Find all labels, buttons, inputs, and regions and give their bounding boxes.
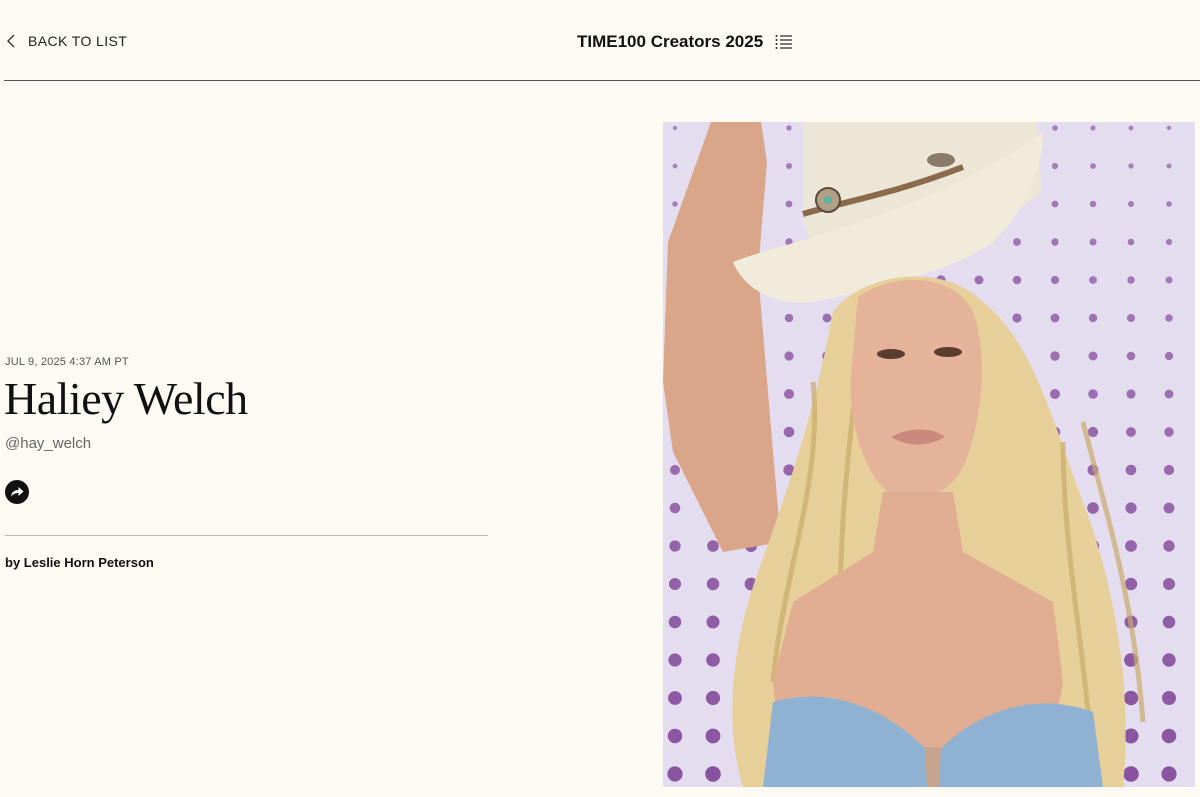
list-menu-icon[interactable] (775, 34, 793, 50)
creator-portrait (663, 122, 1195, 787)
byline: by Leslie Horn Peterson (5, 555, 154, 570)
top-navigation-bar: BACK TO LIST TIME100 Creators 2025 (0, 0, 1200, 80)
back-to-list-label: BACK TO LIST (28, 33, 128, 49)
creator-name: Haliey Welch (4, 373, 248, 424)
list-title-group[interactable]: TIME100 Creators 2025 (577, 32, 793, 52)
share-arrow-icon (5, 480, 29, 504)
share-button[interactable] (5, 480, 29, 504)
header-divider (4, 80, 1200, 81)
creator-handle: @hay_welch (5, 435, 92, 452)
publish-date: JUL 9, 2025 4:37 AM PT (5, 356, 129, 368)
list-title[interactable]: TIME100 Creators 2025 (577, 32, 763, 52)
portrait-face (850, 279, 982, 499)
author-name[interactable]: Leslie Horn Peterson (24, 555, 154, 570)
chevron-left-icon (7, 34, 15, 48)
back-to-list-link[interactable]: BACK TO LIST (6, 33, 127, 49)
byline-prefix: by (5, 555, 21, 570)
byline-divider (5, 535, 488, 536)
